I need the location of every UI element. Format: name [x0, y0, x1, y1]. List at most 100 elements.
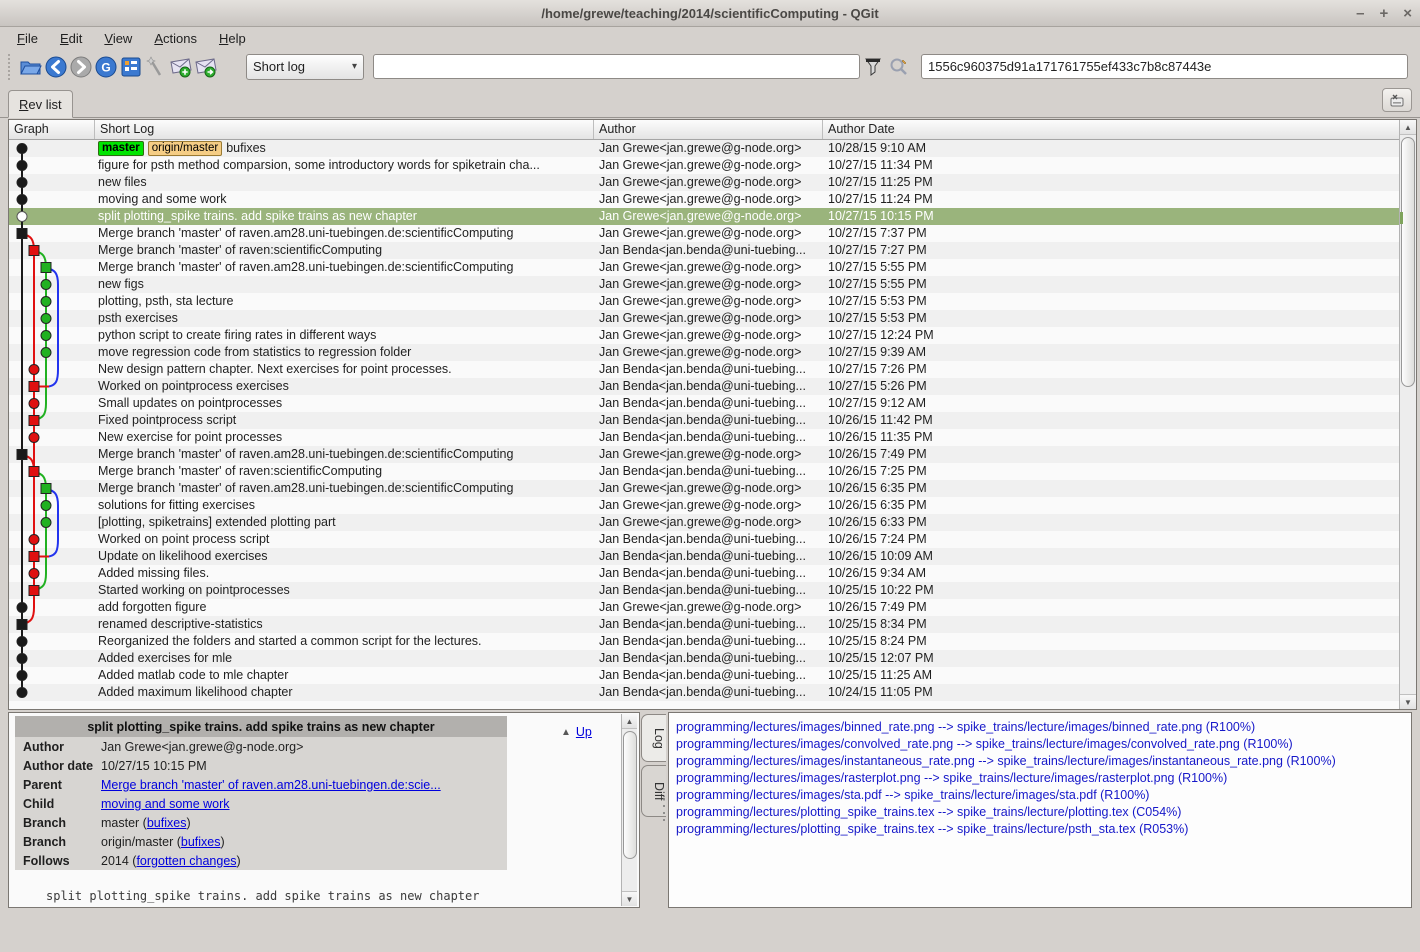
scrollbar-thumb[interactable]	[623, 731, 637, 859]
commit-row[interactable]: Added missing files.Jan Benda<jan.benda@…	[9, 565, 1399, 582]
sha-input[interactable]	[921, 54, 1408, 79]
details-scrollbar[interactable]: ▲ ▼	[621, 714, 637, 906]
commit-row[interactable]: psth exercisesJan Grewe<jan.grewe@g-node…	[9, 310, 1399, 327]
detail-link[interactable]: moving and some work	[101, 797, 230, 811]
scroll-down-icon[interactable]: ▼	[1400, 694, 1416, 709]
file-entry[interactable]: programming/lectures/images/sta.pdf --> …	[676, 787, 1411, 804]
file-entry[interactable]: programming/lectures/images/rasterplot.p…	[676, 770, 1411, 787]
commit-row[interactable]: Merge branch 'master' of raven.am28.uni-…	[9, 446, 1399, 463]
scroll-down-icon[interactable]: ▼	[622, 891, 637, 906]
commit-subject: move regression code from statistics to …	[95, 344, 594, 361]
commit-subject: Fixed pointprocess script	[95, 412, 594, 429]
reload-button[interactable]: G	[93, 54, 118, 79]
commit-row[interactable]: Small updates on pointprocessesJan Benda…	[9, 395, 1399, 412]
apply-patch-button[interactable]	[193, 54, 218, 79]
menu-file[interactable]: File	[8, 30, 47, 47]
commit-row[interactable]: figure for psth method comparsion, some …	[9, 157, 1399, 174]
menu-actions[interactable]: Actions	[145, 30, 206, 47]
find-button[interactable]	[886, 54, 912, 80]
commit-row[interactable]: new figsJan Grewe<jan.grewe@g-node.org>1…	[9, 276, 1399, 293]
toolbar-handle[interactable]	[8, 54, 14, 80]
filter-input[interactable]	[373, 54, 860, 79]
commit-subject: masterorigin/masterbufixes	[95, 140, 594, 157]
pick-button[interactable]	[143, 54, 168, 79]
commit-subject: Added missing files.	[95, 565, 594, 582]
commit-row[interactable]: Added exercises for mleJan Benda<jan.ben…	[9, 650, 1399, 667]
minimize-button[interactable]: –	[1356, 5, 1364, 22]
commit-row[interactable]: moving and some workJan Grewe<jan.grewe@…	[9, 191, 1399, 208]
graph-cell	[9, 446, 95, 463]
tab-rev-list[interactable]: Rev list	[8, 90, 73, 118]
commit-subject: renamed descriptive-statistics	[95, 616, 594, 633]
commit-row[interactable]: Worked on pointprocess exercisesJan Bend…	[9, 378, 1399, 395]
commit-row[interactable]: Started working on pointprocessesJan Ben…	[9, 582, 1399, 599]
commit-row[interactable]: masterorigin/masterbufixesJan Grewe<jan.…	[9, 140, 1399, 157]
column-header-author-date[interactable]: Author Date	[823, 120, 1399, 139]
file-entry[interactable]: programming/lectures/images/instantaneou…	[676, 753, 1411, 770]
detail-link[interactable]: forgotten changes	[136, 854, 236, 868]
column-header-short-log[interactable]: Short Log	[95, 120, 594, 139]
splitter-handle[interactable]	[663, 798, 665, 821]
commit-row[interactable]: Merge branch 'master' of raven.am28.uni-…	[9, 480, 1399, 497]
commit-author: Jan Benda<jan.benda@uni-tuebing...	[594, 531, 823, 548]
menu-view[interactable]: View	[95, 30, 141, 47]
commit-row[interactable]: Added matlab code to mle chapterJan Bend…	[9, 667, 1399, 684]
scroll-up-icon[interactable]: ▲	[622, 714, 637, 729]
commit-row[interactable]: Merge branch 'master' of raven:scientifi…	[9, 463, 1399, 480]
file-entry[interactable]: programming/lectures/images/binned_rate.…	[676, 719, 1411, 736]
save-patch-button[interactable]	[168, 54, 193, 79]
detail-value: Merge branch 'master' of raven.am28.uni-…	[101, 778, 441, 792]
back-button[interactable]	[43, 54, 68, 79]
graph-cell	[9, 293, 95, 310]
log-view-select[interactable]: Short log ▾	[246, 54, 364, 80]
column-header-graph[interactable]: Graph	[9, 120, 95, 139]
commit-row[interactable]: new filesJan Grewe<jan.grewe@g-node.org>…	[9, 174, 1399, 191]
column-header-author[interactable]: Author	[594, 120, 823, 139]
commit-row[interactable]: python script to create firing rates in …	[9, 327, 1399, 344]
commit-row[interactable]: Merge branch 'master' of raven.am28.uni-…	[9, 259, 1399, 276]
commit-row[interactable]: Worked on point process scriptJan Benda<…	[9, 531, 1399, 548]
graph-cell	[9, 684, 95, 701]
filter-highlight-button[interactable]	[860, 54, 886, 80]
commit-row[interactable]: Update on likelihood exercisesJan Benda<…	[9, 548, 1399, 565]
commit-row[interactable]: Fixed pointprocess scriptJan Benda<jan.b…	[9, 412, 1399, 429]
scrollbar-thumb[interactable]	[1401, 137, 1415, 387]
detail-link[interactable]: bufixes	[147, 816, 187, 830]
commit-row[interactable]: add forgotten figureJan Grewe<jan.grewe@…	[9, 599, 1399, 616]
rev-list-scrollbar[interactable]: ▲ ▼	[1399, 120, 1416, 709]
scroll-up-icon[interactable]: ▲	[1400, 120, 1416, 135]
commit-row[interactable]: renamed descriptive-statisticsJan Benda<…	[9, 616, 1399, 633]
commit-row[interactable]: New design pattern chapter. Next exercis…	[9, 361, 1399, 378]
reload-icon: G	[95, 56, 117, 78]
file-entry[interactable]: programming/lectures/plotting_spike_trai…	[676, 804, 1411, 821]
commit-row[interactable]: Added maximum likelihood chapterJan Bend…	[9, 684, 1399, 701]
file-entry[interactable]: programming/lectures/images/convolved_ra…	[676, 736, 1411, 753]
file-entry[interactable]: programming/lectures/plotting_spike_trai…	[676, 821, 1411, 838]
detail-link[interactable]: Merge branch 'master' of raven.am28.uni-…	[101, 778, 441, 792]
side-tab-log[interactable]: Log	[641, 714, 666, 762]
commit-author: Jan Grewe<jan.grewe@g-node.org>	[594, 599, 823, 616]
view-button[interactable]	[118, 54, 143, 79]
commit-row[interactable]: move regression code from statistics to …	[9, 344, 1399, 361]
open-repo-button[interactable]	[18, 54, 43, 79]
detail-link[interactable]: bufixes	[181, 835, 221, 849]
commit-row[interactable]: Merge branch 'master' of raven:scientifi…	[9, 242, 1399, 259]
menu-help[interactable]: Help	[210, 30, 255, 47]
commit-row[interactable]: [plotting, spiketrains] extended plottin…	[9, 514, 1399, 531]
commit-row[interactable]: Merge branch 'master' of raven.am28.uni-…	[9, 225, 1399, 242]
close-button[interactable]: ×	[1403, 5, 1412, 22]
commit-date: 10/26/15 6:35 PM	[823, 497, 1399, 514]
forward-button[interactable]	[68, 54, 93, 79]
commit-row[interactable]: New exercise for point processesJan Bend…	[9, 429, 1399, 446]
menu-edit[interactable]: Edit	[51, 30, 91, 47]
commit-date: 10/27/15 11:24 PM	[823, 191, 1399, 208]
commit-row[interactable]: split plotting_spike trains. add spike t…	[9, 208, 1399, 225]
up-link[interactable]: Up	[576, 725, 592, 739]
commit-row[interactable]: plotting, psth, sta lectureJan Grewe<jan…	[9, 293, 1399, 310]
close-tab-button[interactable]	[1382, 88, 1412, 112]
commit-date: 10/27/15 5:26 PM	[823, 378, 1399, 395]
commit-date: 10/25/15 11:25 AM	[823, 667, 1399, 684]
maximize-button[interactable]: +	[1379, 5, 1388, 22]
commit-row[interactable]: Reorganized the folders and started a co…	[9, 633, 1399, 650]
commit-row[interactable]: solutions for fitting exercisesJan Grewe…	[9, 497, 1399, 514]
